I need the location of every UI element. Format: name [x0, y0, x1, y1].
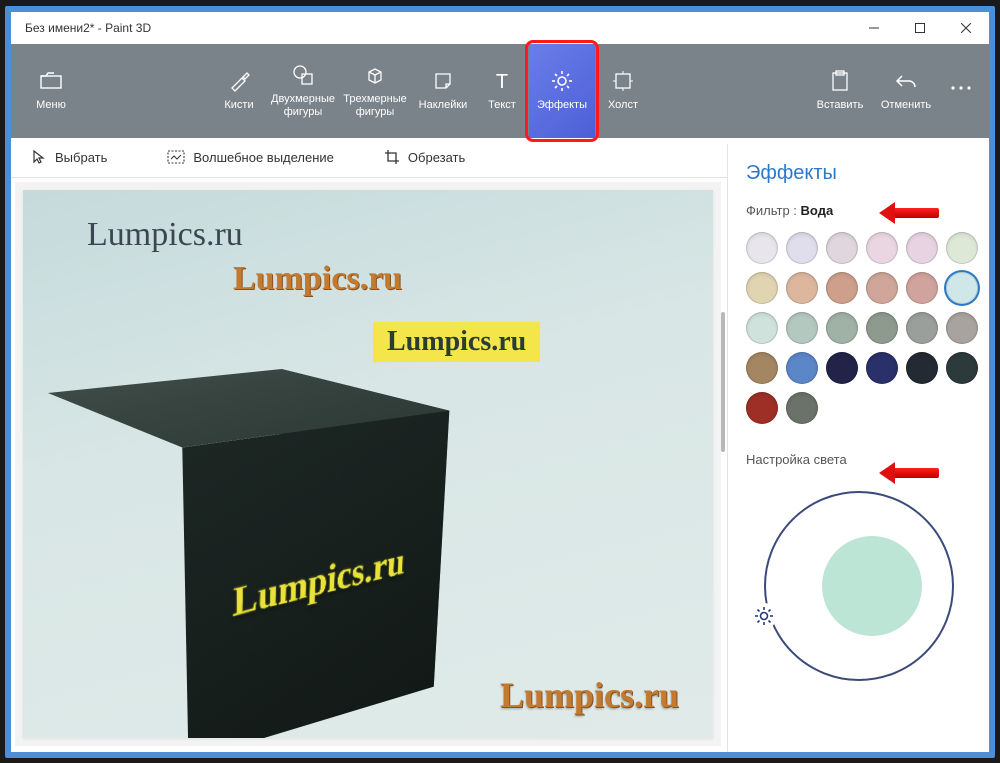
sticker-icon	[432, 69, 454, 93]
magic-select-icon	[167, 150, 185, 164]
light-wheel-preview	[822, 536, 922, 636]
canvas-tab[interactable]: Холст	[595, 44, 651, 138]
scrollbar-thumb[interactable]	[721, 312, 725, 452]
more-button[interactable]	[939, 44, 983, 138]
filter-swatch[interactable]	[946, 352, 978, 384]
cube-face-text: Lumpics.ru	[232, 538, 406, 626]
filter-swatch[interactable]	[826, 352, 858, 384]
brush-icon	[228, 69, 250, 93]
brushes-tab[interactable]: Кисти	[211, 44, 267, 138]
effects-panel: Эффекты Фильтр : Вода Настройка света	[727, 144, 989, 752]
panel-title: Эффекты	[746, 162, 971, 185]
close-button[interactable]	[943, 12, 989, 44]
svg-text:T: T	[496, 71, 508, 91]
undo-icon	[895, 69, 917, 93]
paste-icon	[830, 69, 850, 93]
effects-tab[interactable]: Эффекты	[529, 44, 595, 138]
filter-swatch[interactable]	[906, 232, 938, 264]
effects-label: Эффекты	[537, 99, 587, 112]
canvas-icon	[612, 69, 634, 93]
filter-swatch[interactable]	[746, 352, 778, 384]
3d-shapes-tab[interactable]: Трехмерные фигуры	[339, 44, 411, 138]
watermark-text-2: Lumpics.ru	[233, 260, 402, 298]
paste-button[interactable]: Вставить	[807, 44, 873, 138]
workspace[interactable]: Lumpics.ru Lumpics.ru Lumpics.ru Lumpics…	[15, 182, 721, 746]
filter-swatch[interactable]	[746, 392, 778, 424]
2d-shapes-tab[interactable]: Двухмерные фигуры	[267, 44, 339, 138]
cube-object[interactable]: Lumpics.ru	[51, 340, 451, 738]
annotation-arrow-1	[881, 202, 939, 224]
shapes3d-icon	[364, 63, 386, 87]
paste-label: Вставить	[817, 99, 864, 112]
select-tool[interactable]: Выбрать	[21, 145, 117, 169]
filter-swatch[interactable]	[786, 392, 818, 424]
watermark-text-1: Lumpics.ru	[87, 216, 243, 254]
ribbon: Меню Кисти Двухмерные фигуры Трехмерные …	[11, 44, 989, 138]
ellipsis-icon	[950, 76, 972, 100]
canvas-area[interactable]: Lumpics.ru Lumpics.ru Lumpics.ru Lumpics…	[23, 190, 713, 738]
cursor-icon	[31, 149, 47, 165]
watermark-text-4: Lumpics.ru	[500, 674, 679, 716]
text-tab[interactable]: T Текст	[475, 44, 529, 138]
filter-swatch[interactable]	[826, 312, 858, 344]
titlebar: Без имени2* - Paint 3D	[11, 12, 989, 44]
filter-value: Вода	[801, 203, 834, 218]
filter-swatch[interactable]	[786, 352, 818, 384]
magic-select-tool[interactable]: Волшебное выделение	[157, 146, 344, 169]
select-label: Выбрать	[55, 150, 107, 165]
filter-swatch[interactable]	[866, 272, 898, 304]
filter-swatch[interactable]	[746, 312, 778, 344]
app-window: Без имени2* - Paint 3D Меню Кисти Двухме…	[5, 6, 995, 758]
text-icon: T	[492, 69, 512, 93]
filter-swatches	[746, 232, 971, 424]
window-title: Без имени2* - Paint 3D	[25, 21, 151, 35]
canvas-label: Холст	[608, 99, 638, 112]
filter-swatch[interactable]	[946, 232, 978, 264]
filter-swatch[interactable]	[826, 232, 858, 264]
folder-icon	[40, 69, 62, 93]
maximize-button[interactable]	[897, 12, 943, 44]
filter-swatch[interactable]	[746, 232, 778, 264]
filter-swatch[interactable]	[786, 312, 818, 344]
2d-shapes-label: Двухмерные фигуры	[271, 93, 335, 118]
filter-swatch[interactable]	[946, 312, 978, 344]
undo-button[interactable]: Отменить	[873, 44, 939, 138]
shapes2d-icon	[292, 63, 314, 87]
light-direction-handle[interactable]	[751, 603, 777, 629]
crop-icon	[384, 149, 400, 165]
light-wheel[interactable]	[754, 481, 964, 691]
filter-swatch[interactable]	[786, 232, 818, 264]
filter-swatch[interactable]	[906, 312, 938, 344]
stickers-tab[interactable]: Наклейки	[411, 44, 475, 138]
filter-swatch[interactable]	[866, 312, 898, 344]
filter-swatch[interactable]	[746, 272, 778, 304]
filter-label: Фильтр :	[746, 203, 797, 218]
magic-select-label: Волшебное выделение	[193, 150, 334, 165]
filter-swatch[interactable]	[866, 352, 898, 384]
filter-swatch[interactable]	[866, 232, 898, 264]
text-label: Текст	[488, 99, 516, 112]
menu-label: Меню	[36, 99, 66, 112]
menu-button[interactable]: Меню	[11, 44, 91, 138]
minimize-button[interactable]	[851, 12, 897, 44]
crop-label: Обрезать	[408, 150, 465, 165]
filter-swatch[interactable]	[906, 272, 938, 304]
stickers-label: Наклейки	[419, 99, 468, 112]
filter-swatch[interactable]	[906, 352, 938, 384]
annotation-arrow-2	[881, 462, 939, 484]
undo-label: Отменить	[881, 99, 931, 112]
crop-tool[interactable]: Обрезать	[374, 145, 475, 169]
brushes-label: Кисти	[224, 99, 253, 112]
filter-swatch[interactable]	[826, 272, 858, 304]
filter-swatch[interactable]	[946, 272, 978, 304]
3d-shapes-label: Трехмерные фигуры	[343, 93, 407, 118]
filter-swatch[interactable]	[786, 272, 818, 304]
effects-icon	[550, 69, 574, 93]
